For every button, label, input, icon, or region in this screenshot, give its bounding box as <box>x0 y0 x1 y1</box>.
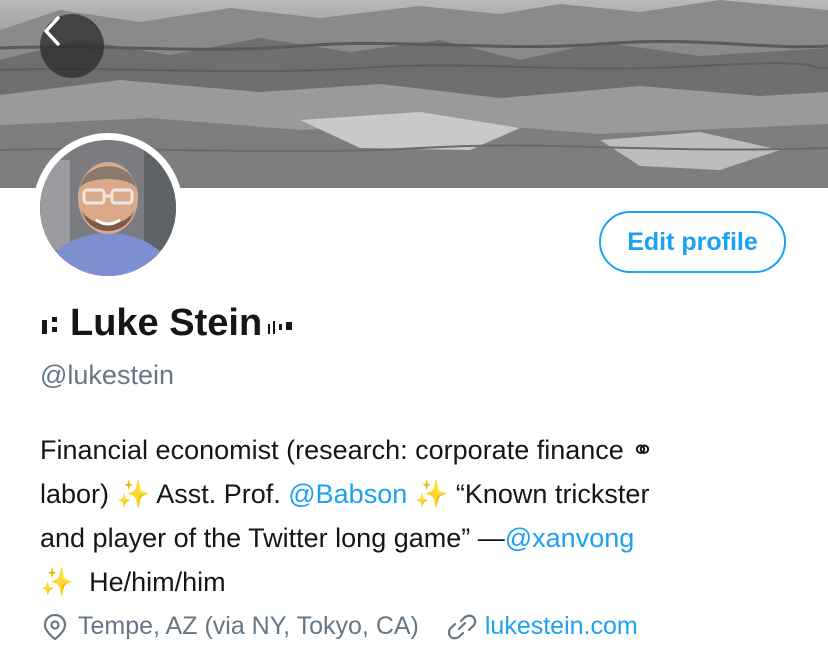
website-link[interactable]: lukestein.com <box>485 612 638 641</box>
sparkles-icon: ✨ <box>40 567 74 597</box>
mention-babson-link[interactable]: @Babson <box>288 479 407 509</box>
chevron-left-icon <box>44 16 60 46</box>
profile-meta-row: Tempe, AZ (via NY, Tokyo, CA) lukestein.… <box>42 612 638 641</box>
sparkles-icon: ✨ <box>116 479 151 509</box>
bio-line-2: labor) ✨ Asst. Prof. @Babson ✨ “Known tr… <box>40 472 800 516</box>
right-bar-emoji-icon <box>268 320 293 334</box>
bio-text: labor) <box>40 479 110 509</box>
bio-line-3: and player of the Twitter long game” —@x… <box>40 516 800 560</box>
edit-profile-button[interactable]: Edit profile <box>599 211 786 273</box>
link-icon <box>447 614 477 639</box>
profile-bio: Financial economist (research: corporate… <box>40 428 800 604</box>
sparkles-icon: ✨ <box>414 479 449 509</box>
display-name-text: Luke Stein <box>70 302 263 344</box>
bio-text: “Known trickster <box>455 479 650 509</box>
mention-xanvong-link[interactable]: @xanvong <box>505 523 635 553</box>
bio-line-1: Financial economist (research: corporate… <box>40 435 654 465</box>
profile-handle: @lukestein <box>40 360 174 390</box>
profile-avatar[interactable] <box>33 133 183 283</box>
bio-line-4: ✨ He/him/him <box>40 560 800 604</box>
left-bar-emoji-icon <box>42 316 57 334</box>
avatar-photo <box>40 140 176 276</box>
display-name: Luke Stein <box>40 302 296 345</box>
location-text: Tempe, AZ (via NY, Tokyo, CA) <box>78 612 419 640</box>
bio-text: and player of the Twitter long game” — <box>40 523 505 553</box>
location-pin-icon <box>43 613 67 640</box>
bio-text: Asst. Prof. <box>156 479 281 509</box>
bio-text: He/him/him <box>89 567 226 597</box>
back-button[interactable] <box>40 14 104 78</box>
